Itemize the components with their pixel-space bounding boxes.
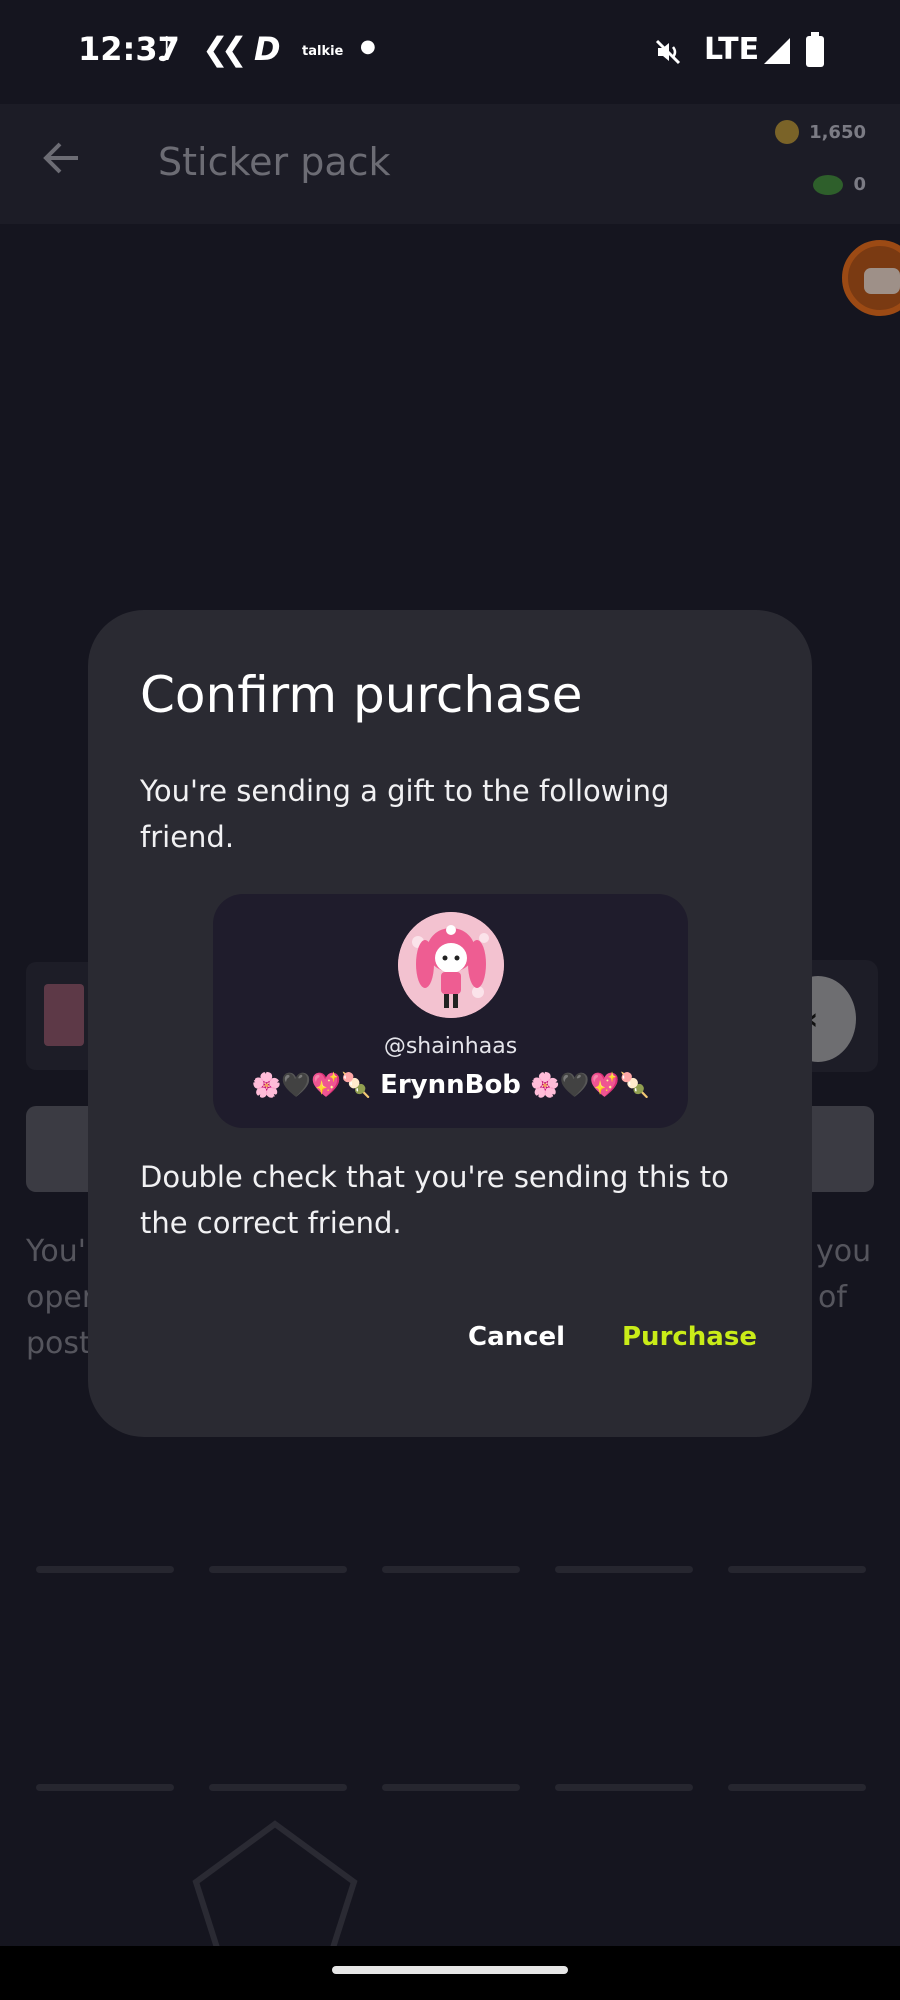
app-bar: Sticker pack 1,650 0 (0, 104, 900, 224)
battery-icon (806, 32, 824, 67)
dialog-message: You're sending a gift to the following f… (140, 774, 670, 854)
coin-balance[interactable]: 1,650 (775, 120, 866, 144)
friend-name-row: 🌸🖤💖🍡 ErynnBob 🌸🖤💖🍡 (213, 1070, 688, 1100)
page-title: Sticker pack (158, 140, 391, 184)
coin-icon (775, 120, 800, 144)
tiktok-icon: ♪ (156, 30, 178, 70)
purchase-button[interactable]: Purchase (622, 1322, 757, 1352)
placeholder-dash (209, 1784, 347, 1791)
placeholder-dash (209, 1566, 347, 1573)
navigation-bar (0, 1946, 900, 2000)
placeholder-dash (728, 1566, 866, 1573)
bg-text-right-1: you (816, 1234, 872, 1269)
status-bar: 12:37 ♪ ❮❮ D talkie ● LTE (0, 0, 900, 104)
home-gesture-handle[interactable] (332, 1966, 568, 1974)
confirm-purchase-dialog: Confirm purchase You're sending a gift t… (88, 610, 812, 1437)
bg-text-line-2: oper (26, 1280, 95, 1315)
dialog-warning: Double check that you're sending this to… (140, 1160, 729, 1240)
kik-icon: ❮❮ (202, 30, 248, 68)
placeholder-dash (382, 1566, 520, 1573)
bg-text-line-3: post (26, 1326, 91, 1361)
friend-card: @shainhaas 🌸🖤💖🍡 ErynnBob 🌸🖤💖🍡 (213, 894, 688, 1128)
bg-text-line-1: You' (26, 1234, 86, 1269)
avatar (398, 912, 504, 1018)
friend-display-name: ErynnBob (380, 1070, 521, 1100)
dialog-title: Confirm purchase (140, 666, 583, 724)
gem-icon (813, 174, 844, 195)
bg-text-right-2: of (818, 1280, 847, 1315)
mute-icon (655, 39, 681, 65)
friend-handle: @shainhaas (383, 1034, 518, 1059)
placeholder-dash (728, 1784, 866, 1791)
placeholder-dash (555, 1566, 693, 1573)
back-arrow-icon[interactable] (38, 134, 86, 182)
dot-icon: ● (360, 36, 376, 57)
placeholder-dash (36, 1566, 174, 1573)
placeholder-dash (382, 1784, 520, 1791)
cancel-button[interactable]: Cancel (468, 1322, 565, 1352)
network-label: LTE (704, 32, 760, 67)
video-call-fab[interactable] (842, 240, 900, 316)
name-decoration-right: 🌸🖤💖🍡 (529, 1071, 650, 1099)
gem-balance[interactable]: 0 (813, 174, 866, 195)
placeholder-dash (36, 1784, 174, 1791)
coin-count: 1,650 (809, 121, 866, 143)
talkie-icon: talkie (302, 44, 344, 59)
placeholder-dash (555, 1784, 693, 1791)
sticker-thumbnail (44, 984, 84, 1046)
name-decoration-left: 🌸🖤💖🍡 (251, 1071, 372, 1099)
gem-count: 0 (853, 174, 866, 195)
signal-icon (764, 38, 790, 64)
video-camera-icon (864, 268, 900, 294)
d-app-icon: D (254, 30, 281, 68)
